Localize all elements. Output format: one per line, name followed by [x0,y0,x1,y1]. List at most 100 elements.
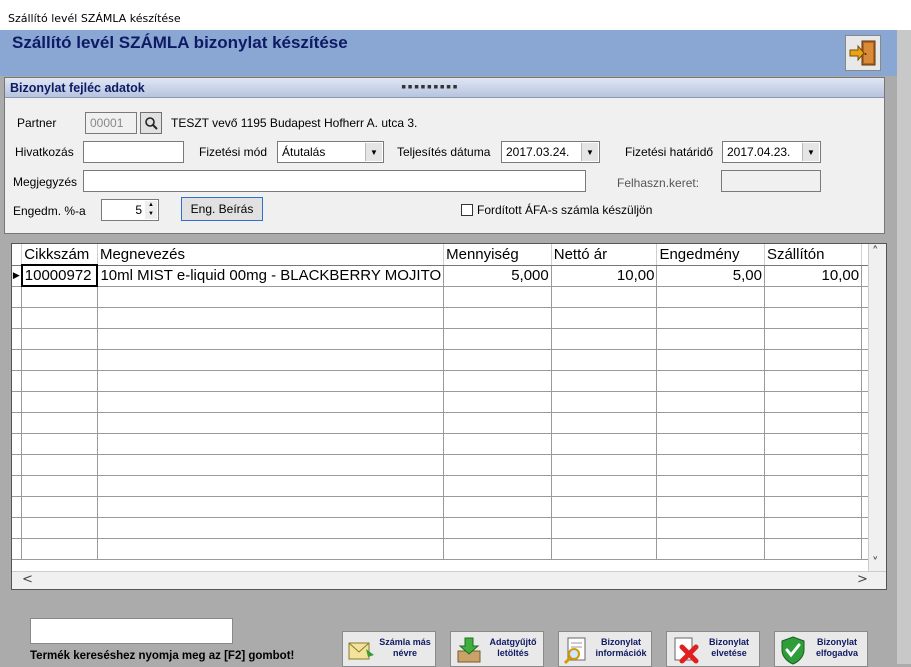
table-cell[interactable] [443,432,552,455]
table-cell[interactable] [763,432,863,455]
table-cell[interactable] [550,453,658,476]
table-cell[interactable] [656,516,765,539]
table-cell[interactable] [96,516,445,539]
discount-spinner[interactable]: 5 ▲ ▼ [101,199,159,221]
column-header[interactable]: Mennyiség [443,244,552,266]
partner-search-button[interactable] [140,112,162,134]
table-cell[interactable] [656,537,765,560]
table-cell[interactable] [763,327,863,350]
invoice-other-name-button[interactable]: Számla más névre [342,631,436,667]
table-cell[interactable] [656,348,765,371]
table-cell[interactable] [443,348,552,371]
table-cell[interactable] [763,474,863,497]
table-cell[interactable] [763,495,863,518]
scroll-left-icon[interactable]: < [22,572,33,587]
exit-button[interactable] [845,35,881,71]
table-cell[interactable] [656,453,765,476]
table-cell[interactable] [763,390,863,413]
table-cell[interactable] [21,495,98,518]
table-cell[interactable] [443,411,552,434]
table-cell[interactable] [21,453,98,476]
data-collector-download-button[interactable]: Adatgyűjtő letöltés [450,631,544,667]
completion-date-picker[interactable]: 2017.03.24. ▼ [501,141,600,163]
table-cell[interactable] [443,453,552,476]
note-field[interactable] [83,170,586,192]
table-cell[interactable] [763,453,863,476]
table-cell[interactable] [443,516,552,539]
due-date-picker[interactable]: 2017.04.23. ▼ [722,141,821,163]
column-header[interactable]: Megnevezés [97,244,445,266]
chevron-down-icon[interactable]: ▼ [581,143,598,161]
table-cell[interactable] [443,327,552,350]
table-cell[interactable]: 10,00 [763,264,863,287]
table-cell[interactable] [550,537,658,560]
table-cell[interactable] [763,306,863,329]
table-cell[interactable] [656,285,765,308]
table-cell[interactable] [550,516,658,539]
table-cell[interactable] [443,285,552,308]
table-cell[interactable] [550,390,658,413]
table-cell[interactable] [96,285,445,308]
spinner-up-icon[interactable]: ▲ [145,201,157,210]
table-cell[interactable] [656,474,765,497]
table-cell[interactable] [21,474,98,497]
table-cell[interactable] [550,327,658,350]
empty-table-row[interactable] [12,306,886,329]
reverse-vat-checkbox[interactable] [461,204,473,216]
table-cell[interactable] [443,474,552,497]
column-header[interactable]: Nettó ár [551,244,658,266]
column-header[interactable]: Cikkszám [21,244,98,266]
empty-table-row[interactable] [12,390,886,413]
table-cell[interactable] [96,453,445,476]
empty-table-row[interactable] [12,369,886,392]
table-cell[interactable]: 5,000 [443,264,552,287]
table-cell[interactable] [443,390,552,413]
chevron-down-icon[interactable]: ▼ [365,143,382,161]
table-cell[interactable] [96,390,445,413]
chevron-down-icon[interactable]: ▼ [802,143,819,161]
table-cell[interactable] [656,432,765,455]
scroll-right-icon[interactable]: > [857,572,868,587]
section-bar[interactable]: Bizonylat fejléc adatok ▪▪▪▪▪▪▪▪▪ [5,78,884,98]
reference-field[interactable] [83,141,184,163]
table-cell[interactable] [21,306,98,329]
discard-document-button[interactable]: Bizonylat elvetése [666,631,760,667]
table-cell[interactable]: 5,00 [656,264,765,287]
table-cell[interactable] [656,411,765,434]
table-cell[interactable] [21,537,98,560]
table-cell[interactable] [656,495,765,518]
table-cell[interactable] [656,390,765,413]
table-cell[interactable]: 10,00 [550,264,658,287]
empty-table-row[interactable] [12,285,886,308]
table-cell[interactable] [656,306,765,329]
table-cell[interactable] [656,327,765,350]
table-cell[interactable] [550,474,658,497]
table-cell[interactable] [21,390,98,413]
items-grid[interactable]: Cikkszám Megnevezés Mennyiség Nettó ár E… [11,243,887,590]
document-info-button[interactable]: Bizonylat információk [558,631,652,667]
column-header[interactable]: Szállítón [764,244,863,266]
table-cell[interactable] [443,537,552,560]
table-cell[interactable] [96,495,445,518]
table-cell[interactable] [763,516,863,539]
table-cell[interactable] [550,369,658,392]
table-cell[interactable] [96,348,445,371]
empty-table-row[interactable] [12,411,886,434]
spinner-down-icon[interactable]: ▼ [145,210,157,219]
table-row[interactable]: ▶ 10000972 10ml MIST e-liquid 00mg - BLA… [12,264,886,287]
scroll-up-icon[interactable]: ˄ [872,245,879,260]
table-cell[interactable] [96,411,445,434]
table-cell[interactable] [443,369,552,392]
empty-table-row[interactable] [12,537,886,560]
table-cell[interactable] [550,432,658,455]
table-cell[interactable] [21,348,98,371]
table-cell[interactable] [443,306,552,329]
empty-table-row[interactable] [12,432,886,455]
grip-handle[interactable]: ▪▪▪▪▪▪▪▪▪ [401,82,459,92]
table-cell[interactable] [21,432,98,455]
table-cell[interactable] [96,474,445,497]
table-cell[interactable] [96,327,445,350]
partner-code-field[interactable]: 00001 [85,112,137,134]
table-cell[interactable] [443,495,552,518]
table-cell[interactable] [550,411,658,434]
